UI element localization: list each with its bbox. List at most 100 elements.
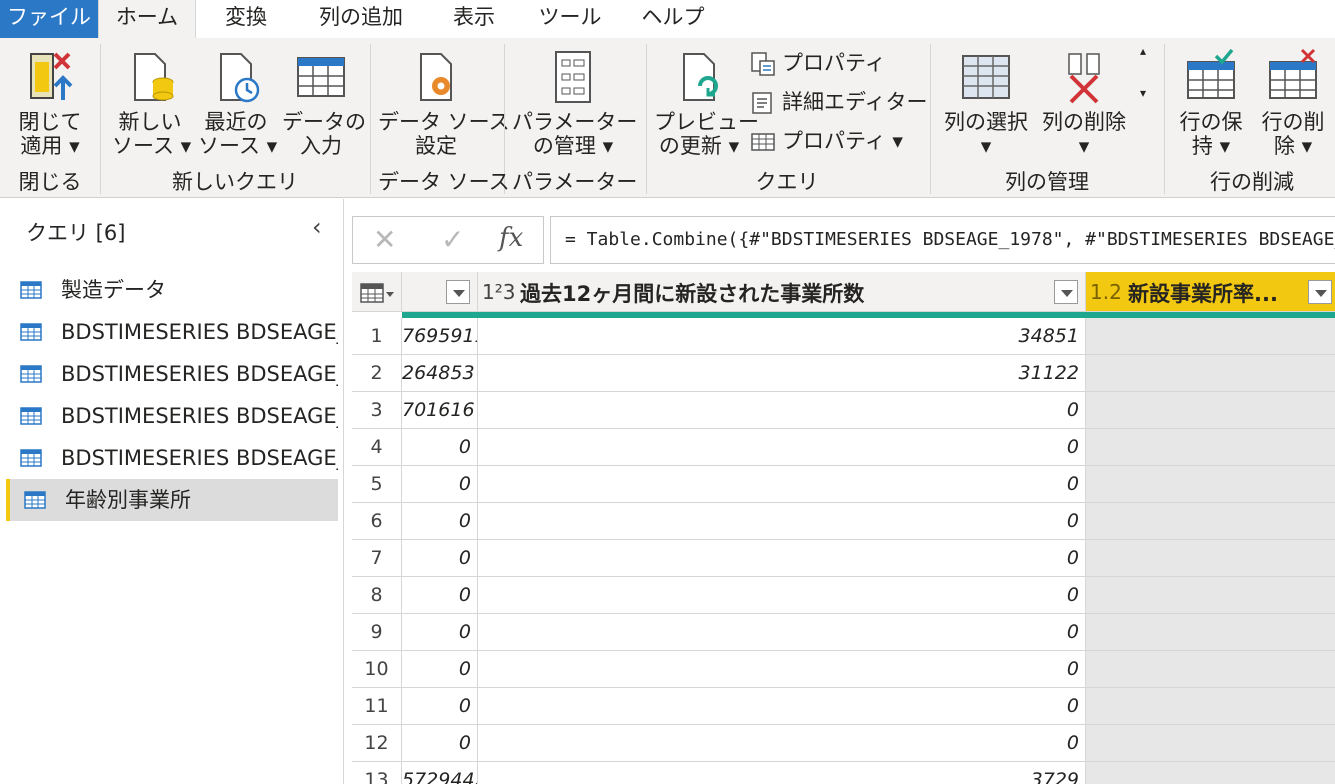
table-cell[interactable]: 0 <box>478 651 1086 688</box>
query-item[interactable]: BDSTIMESERIES BDSEAGE_1... <box>6 311 338 353</box>
table-cell[interactable]: 264853 <box>402 355 478 392</box>
table-row[interactable]: 12 0 0 <box>352 725 1335 762</box>
table-cell[interactable] <box>1086 540 1335 577</box>
scroll-up-arrow[interactable]: ▴ <box>1140 44 1146 76</box>
column-header[interactable]: 1²3 過去12ヶ月間に新設された事業所数 <box>478 272 1086 312</box>
table-row[interactable]: 10 0 0 <box>352 651 1335 688</box>
table-cell[interactable]: 701616 <box>402 392 478 429</box>
row-number[interactable]: 4 <box>352 429 402 466</box>
tab-add-column[interactable]: 列の追加 <box>306 0 416 38</box>
table-cell[interactable]: 0 <box>402 429 478 466</box>
recent-sources-button[interactable]: 最近の ソース ▾ <box>198 48 277 158</box>
table-cell[interactable] <box>1086 429 1335 466</box>
advanced-editor-button[interactable]: 詳細エディター <box>750 87 928 119</box>
column-header-selected[interactable]: 1.2 新設事業所率... <box>1086 272 1335 312</box>
table-row[interactable]: 3 701616 0 <box>352 392 1335 429</box>
row-number[interactable]: 9 <box>352 614 402 651</box>
row-number[interactable]: 12 <box>352 725 402 762</box>
table-cell[interactable] <box>1086 688 1335 725</box>
tab-view[interactable]: 表示 <box>436 0 512 38</box>
row-number[interactable]: 3 <box>352 392 402 429</box>
data-source-settings-button[interactable]: データ ソース 設定 <box>378 48 510 158</box>
column-filter-dropdown[interactable] <box>1308 280 1332 304</box>
table-cell[interactable] <box>1086 762 1335 784</box>
keep-rows-button[interactable]: 行の保 持 ▾ <box>1172 48 1250 158</box>
column-header[interactable] <box>402 272 478 312</box>
table-cell[interactable]: 7695911 <box>402 318 478 355</box>
refresh-preview-button[interactable]: プレビュー の更新 ▾ <box>654 48 759 158</box>
table-cell[interactable]: 0 <box>478 392 1086 429</box>
table-cell[interactable]: 0 <box>402 466 478 503</box>
table-cell[interactable] <box>1086 503 1335 540</box>
table-row[interactable]: 600 <box>352 503 1335 540</box>
table-cell[interactable] <box>1086 392 1335 429</box>
table-row[interactable]: 2 264853 31122 <box>352 355 1335 392</box>
table-row[interactable]: 500 <box>352 466 1335 503</box>
manage-parameters-button[interactable]: パラメーター の管理 ▾ <box>512 48 637 158</box>
table-cell[interactable] <box>1086 355 1335 392</box>
type-whole-number-icon[interactable]: 1²3 <box>482 280 515 304</box>
table-cell[interactable]: 0 <box>478 614 1086 651</box>
table-cell[interactable]: 31122 <box>478 355 1086 392</box>
table-cell[interactable]: 0 <box>478 429 1086 466</box>
table-cell[interactable]: 0 <box>478 688 1086 725</box>
query-item-selected[interactable]: 年齢別事業所 <box>6 479 338 521</box>
close-apply-button[interactable]: 閉じて 適用 ▾ <box>12 48 88 158</box>
table-row[interactable]: 800 <box>352 577 1335 614</box>
column-filter-dropdown[interactable] <box>1054 280 1078 304</box>
column-filter-dropdown[interactable] <box>446 280 470 304</box>
table-cell[interactable] <box>1086 725 1335 762</box>
tab-transform[interactable]: 変換 <box>206 0 286 38</box>
remove-columns-button[interactable]: 列の削除 ▾ <box>1038 48 1130 158</box>
choose-columns-button[interactable]: 列の選択 ▾ <box>940 48 1032 158</box>
table-cell[interactable] <box>1086 577 1335 614</box>
collapse-pane-icon[interactable]: ‹ <box>312 213 322 241</box>
table-row[interactable]: 900 <box>352 614 1335 651</box>
cancel-icon[interactable]: ✕ <box>373 223 396 256</box>
table-cell[interactable]: 0 <box>402 540 478 577</box>
formula-input[interactable]: = Table.Combine({#"BDSTIMESERIES BDSEAGE… <box>550 216 1335 264</box>
commit-icon[interactable]: ✓ <box>441 223 464 256</box>
table-cell[interactable]: 0 <box>402 614 478 651</box>
table-cell[interactable]: 0 <box>478 540 1086 577</box>
table-row[interactable]: 11 0 0 <box>352 688 1335 725</box>
table-cell[interactable] <box>1086 614 1335 651</box>
table-cell[interactable]: 0 <box>478 503 1086 540</box>
properties-dropdown-button[interactable]: プロパティ ▾ <box>750 126 903 158</box>
table-cell[interactable]: 5729442 <box>402 762 478 784</box>
table-cell[interactable]: 0 <box>478 466 1086 503</box>
row-number[interactable]: 6 <box>352 503 402 540</box>
table-cell[interactable]: 0 <box>402 688 478 725</box>
tab-home[interactable]: ホーム <box>98 0 196 38</box>
table-cell[interactable]: 0 <box>478 725 1086 762</box>
new-source-button[interactable]: 新しい ソース ▾ <box>112 48 191 158</box>
scroll-down-arrow[interactable]: ▾ <box>1140 86 1146 118</box>
table-cell[interactable]: 0 <box>402 651 478 688</box>
table-cell[interactable]: 0 <box>402 725 478 762</box>
table-cell[interactable]: 3729 <box>478 762 1086 784</box>
row-number[interactable]: 8 <box>352 577 402 614</box>
query-item[interactable]: 製造データ <box>6 269 338 311</box>
table-cell[interactable] <box>1086 318 1335 355</box>
row-number[interactable]: 10 <box>352 651 402 688</box>
row-number[interactable]: 11 <box>352 688 402 725</box>
tab-help[interactable]: ヘルプ <box>628 0 718 38</box>
row-number[interactable]: 2 <box>352 355 402 392</box>
tab-file[interactable]: ファイル <box>0 0 98 38</box>
table-menu-button[interactable] <box>352 272 402 312</box>
properties-button[interactable]: プロパティ <box>750 48 886 80</box>
row-number[interactable]: 5 <box>352 466 402 503</box>
table-cell[interactable]: 34851 <box>478 318 1086 355</box>
table-cell[interactable] <box>1086 651 1335 688</box>
query-item[interactable]: BDSTIMESERIES BDSEAGE_1... <box>6 395 338 437</box>
row-number[interactable]: 7 <box>352 540 402 577</box>
tab-tools[interactable]: ツール <box>532 0 608 38</box>
table-cell[interactable]: 0 <box>478 577 1086 614</box>
fx-icon[interactable]: fx <box>499 223 523 253</box>
query-item[interactable]: BDSTIMESERIES BDSEAGE_1... <box>6 353 338 395</box>
table-row[interactable]: 1357294423729 <box>352 762 1335 784</box>
table-row[interactable]: 1769591134851 <box>352 318 1335 355</box>
table-row[interactable]: 700 <box>352 540 1335 577</box>
remove-rows-button[interactable]: 行の削 除 ▾ <box>1254 48 1332 158</box>
table-cell[interactable]: 0 <box>402 503 478 540</box>
